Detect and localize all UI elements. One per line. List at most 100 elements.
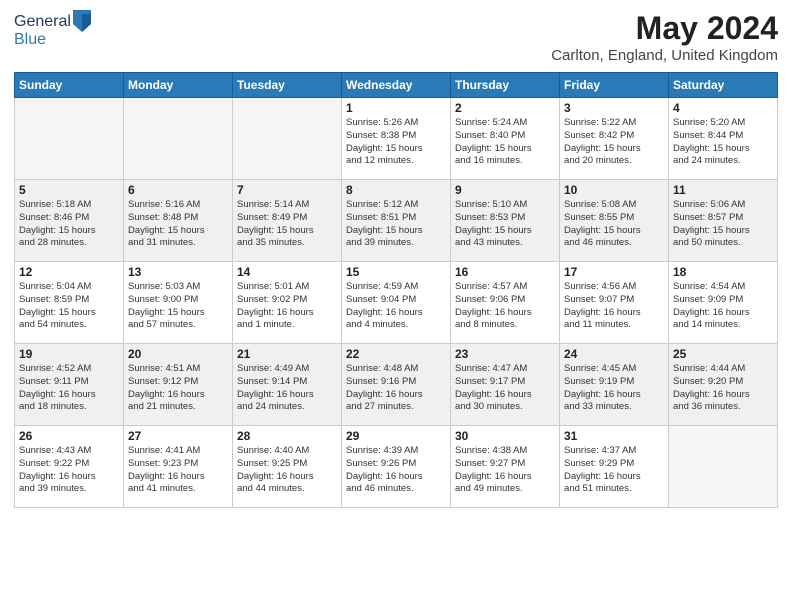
day-number: 12 xyxy=(19,265,119,279)
day-number: 16 xyxy=(455,265,555,279)
col-monday: Monday xyxy=(124,73,233,98)
table-row: 9Sunrise: 5:10 AM Sunset: 8:53 PM Daylig… xyxy=(451,180,560,262)
table-row xyxy=(124,98,233,180)
col-friday: Friday xyxy=(560,73,669,98)
table-row: 15 Sunrise: 4:59 AM Sunset: 9:04 PM Dayli… xyxy=(342,262,451,344)
table-row: 17 Sunrise: 4:56 AM Sunset: 9:07 PM Dayli… xyxy=(560,262,669,344)
day-number: 20 xyxy=(128,347,228,361)
table-row xyxy=(669,426,778,508)
day-number: 4 xyxy=(673,101,773,115)
day-number: 31 xyxy=(564,429,664,443)
day-number: 22 xyxy=(346,347,446,361)
day-number: 8 xyxy=(346,183,446,197)
day-info: Sunrise: 4:40 AM Sunset: 9:25 PM Dayligh… xyxy=(237,445,337,496)
day-info: Sunrise: 4:49 AM Sunset: 9:14 PM Dayligh… xyxy=(237,363,337,414)
day-info: Sunrise: 4:43 AM Sunset: 9:22 PM Dayligh… xyxy=(19,445,119,496)
table-row: 6 Sunrise: 5:16 AM Sunset: 8:48 PM Daylig… xyxy=(124,180,233,262)
day-number: 7 xyxy=(237,183,337,197)
day-number: 15 xyxy=(346,265,446,279)
col-wednesday: Wednesday xyxy=(342,73,451,98)
day-info: Sunrise: 5:20 AM Sunset: 8:44 PM Dayligh… xyxy=(673,117,773,168)
day-info: Sunrise: 4:45 AM Sunset: 9:19 PM Dayligh… xyxy=(564,363,664,414)
day-number: 13 xyxy=(128,265,228,279)
day-number: 17 xyxy=(564,265,664,279)
day-info: Sunrise: 4:39 AM Sunset: 9:26 PM Dayligh… xyxy=(346,445,446,496)
calendar-week-row: 26 Sunrise: 4:43 AM Sunset: 9:22 PM Dayli… xyxy=(15,426,778,508)
table-row: 25Sunrise: 4:44 AM Sunset: 9:20 PM Dayli… xyxy=(669,344,778,426)
subtitle: Carlton, England, United Kingdom xyxy=(551,47,778,64)
table-row: 13 Sunrise: 5:03 AM Sunset: 9:00 PM Dayli… xyxy=(124,262,233,344)
day-number: 26 xyxy=(19,429,119,443)
table-row: 8 Sunrise: 5:12 AM Sunset: 8:51 PM Daylig… xyxy=(342,180,451,262)
table-row: 28 Sunrise: 4:40 AM Sunset: 9:25 PM Dayli… xyxy=(233,426,342,508)
day-info: Sunrise: 5:22 AM Sunset: 8:42 PM Dayligh… xyxy=(564,117,664,168)
table-row: 5Sunrise: 5:18 AM Sunset: 8:46 PM Daylig… xyxy=(15,180,124,262)
table-row xyxy=(15,98,124,180)
day-info: Sunrise: 5:16 AM Sunset: 8:48 PM Dayligh… xyxy=(128,199,228,250)
day-info: Sunrise: 5:01 AM Sunset: 9:02 PM Dayligh… xyxy=(237,281,337,332)
day-info: Sunrise: 4:56 AM Sunset: 9:07 PM Dayligh… xyxy=(564,281,664,332)
table-row: 10 Sunrise: 5:08 AM Sunset: 8:55 PM Dayli… xyxy=(560,180,669,262)
calendar-week-row: 12 Sunrise: 5:04 AM Sunset: 8:59 PM Dayli… xyxy=(15,262,778,344)
day-number: 28 xyxy=(237,429,337,443)
table-row: 12 Sunrise: 5:04 AM Sunset: 8:59 PM Dayli… xyxy=(15,262,124,344)
logo-icon xyxy=(73,10,91,32)
day-info: Sunrise: 4:41 AM Sunset: 9:23 PM Dayligh… xyxy=(128,445,228,496)
day-info: Sunrise: 4:44 AM Sunset: 9:20 PM Dayligh… xyxy=(673,363,773,414)
table-row: 18 Sunrise: 4:54 AM Sunset: 9:09 PM Dayli… xyxy=(669,262,778,344)
col-sunday: Sunday xyxy=(15,73,124,98)
table-row: 20 Sunrise: 4:51 AM Sunset: 9:12 PM Dayli… xyxy=(124,344,233,426)
day-info: Sunrise: 5:03 AM Sunset: 9:00 PM Dayligh… xyxy=(128,281,228,332)
day-number: 27 xyxy=(128,429,228,443)
day-number: 29 xyxy=(346,429,446,443)
day-info: Sunrise: 4:59 AM Sunset: 9:04 PM Dayligh… xyxy=(346,281,446,332)
day-info: Sunrise: 4:38 AM Sunset: 9:27 PM Dayligh… xyxy=(455,445,555,496)
day-info: Sunrise: 5:24 AM Sunset: 8:40 PM Dayligh… xyxy=(455,117,555,168)
col-thursday: Thursday xyxy=(451,73,560,98)
table-row: 7 Sunrise: 5:14 AM Sunset: 8:49 PM Daylig… xyxy=(233,180,342,262)
day-number: 30 xyxy=(455,429,555,443)
day-info: Sunrise: 5:12 AM Sunset: 8:51 PM Dayligh… xyxy=(346,199,446,250)
table-row: 19 Sunrise: 4:52 AM Sunset: 9:11 PM Dayli… xyxy=(15,344,124,426)
calendar-table: Sunday Monday Tuesday Wednesday Thursday… xyxy=(14,72,778,508)
day-number: 10 xyxy=(564,183,664,197)
table-row: 16 Sunrise: 4:57 AM Sunset: 9:06 PM Dayli… xyxy=(451,262,560,344)
day-number: 19 xyxy=(19,347,119,361)
logo: General Blue xyxy=(14,10,91,49)
table-row: 21Sunrise: 4:49 AM Sunset: 9:14 PM Dayli… xyxy=(233,344,342,426)
col-tuesday: Tuesday xyxy=(233,73,342,98)
table-row: 1 Sunrise: 5:26 AM Sunset: 8:38 PM Daylig… xyxy=(342,98,451,180)
col-saturday: Saturday xyxy=(669,73,778,98)
title-block: May 2024 Carlton, England, United Kingdo… xyxy=(551,10,778,64)
day-number: 24 xyxy=(564,347,664,361)
calendar-page: General Blue May 2024 Carlton, England, … xyxy=(0,0,792,612)
day-number: 11 xyxy=(673,183,773,197)
day-info: Sunrise: 5:04 AM Sunset: 8:59 PM Dayligh… xyxy=(19,281,119,332)
day-info: Sunrise: 4:51 AM Sunset: 9:12 PM Dayligh… xyxy=(128,363,228,414)
day-number: 1 xyxy=(346,101,446,115)
day-info: Sunrise: 5:14 AM Sunset: 8:49 PM Dayligh… xyxy=(237,199,337,250)
day-info: Sunrise: 5:18 AM Sunset: 8:46 PM Dayligh… xyxy=(19,199,119,250)
table-row: 31Sunrise: 4:37 AM Sunset: 9:29 PM Dayli… xyxy=(560,426,669,508)
day-number: 6 xyxy=(128,183,228,197)
day-info: Sunrise: 4:48 AM Sunset: 9:16 PM Dayligh… xyxy=(346,363,446,414)
logo-general-text: General xyxy=(14,13,71,31)
logo-blue-text: Blue xyxy=(14,31,46,48)
table-row: 11 Sunrise: 5:06 AM Sunset: 8:57 PM Dayli… xyxy=(669,180,778,262)
day-info: Sunrise: 4:57 AM Sunset: 9:06 PM Dayligh… xyxy=(455,281,555,332)
day-info: Sunrise: 5:26 AM Sunset: 8:38 PM Dayligh… xyxy=(346,117,446,168)
table-row: 14Sunrise: 5:01 AM Sunset: 9:02 PM Dayli… xyxy=(233,262,342,344)
day-info: Sunrise: 5:08 AM Sunset: 8:55 PM Dayligh… xyxy=(564,199,664,250)
day-number: 18 xyxy=(673,265,773,279)
table-row: 22 Sunrise: 4:48 AM Sunset: 9:16 PM Dayli… xyxy=(342,344,451,426)
calendar-week-row: 5Sunrise: 5:18 AM Sunset: 8:46 PM Daylig… xyxy=(15,180,778,262)
calendar-week-row: 19 Sunrise: 4:52 AM Sunset: 9:11 PM Dayli… xyxy=(15,344,778,426)
day-info: Sunrise: 5:06 AM Sunset: 8:57 PM Dayligh… xyxy=(673,199,773,250)
table-row: 27 Sunrise: 4:41 AM Sunset: 9:23 PM Dayli… xyxy=(124,426,233,508)
table-row: 26 Sunrise: 4:43 AM Sunset: 9:22 PM Dayli… xyxy=(15,426,124,508)
table-row: 30 Sunrise: 4:38 AM Sunset: 9:27 PM Dayli… xyxy=(451,426,560,508)
day-info: Sunrise: 4:52 AM Sunset: 9:11 PM Dayligh… xyxy=(19,363,119,414)
page-header: General Blue May 2024 Carlton, England, … xyxy=(14,10,778,64)
day-info: Sunrise: 4:54 AM Sunset: 9:09 PM Dayligh… xyxy=(673,281,773,332)
day-info: Sunrise: 4:47 AM Sunset: 9:17 PM Dayligh… xyxy=(455,363,555,414)
